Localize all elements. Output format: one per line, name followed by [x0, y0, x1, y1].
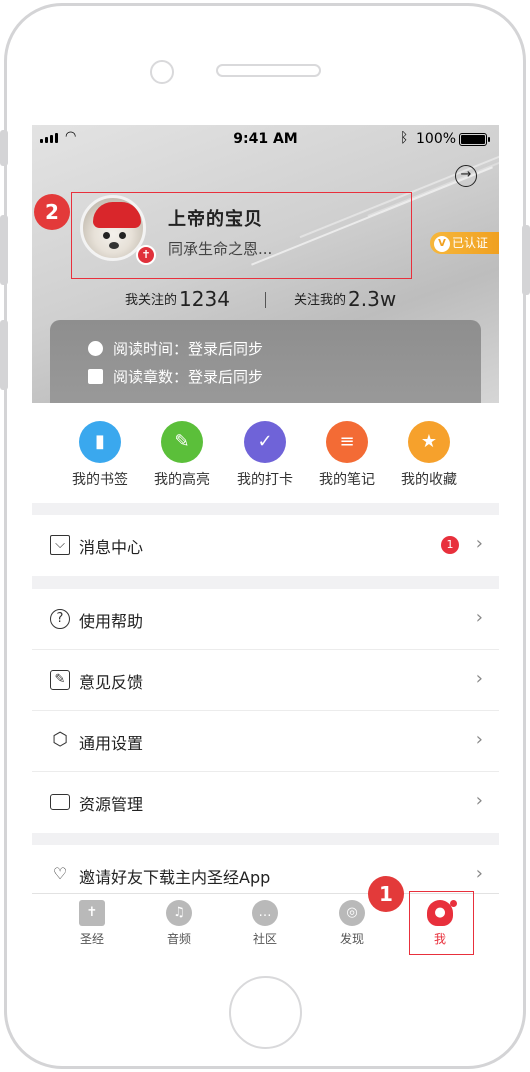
chevron-right-icon: › — [475, 729, 483, 750]
reading-chapters-text: 阅读章数：登录后同步 — [113, 368, 264, 386]
tab-community[interactable]: … 社区 — [235, 900, 295, 947]
verified-badge[interactable]: V 已认证 — [430, 232, 499, 254]
following-count: 1234 — [179, 287, 230, 311]
followers-count: 2.3w — [348, 287, 397, 311]
menu-label: 通用设置 — [79, 734, 144, 753]
reading-time-text: 阅读时间：登录后同步 — [113, 340, 264, 358]
chevron-right-icon: › — [475, 863, 483, 884]
annotation-number-1: 1 — [368, 876, 404, 912]
phone-side-button — [0, 215, 8, 285]
envelope-icon: ⌵ — [50, 535, 70, 555]
status-bar: ◠ 9:41 AM ᛒ 100% — [32, 125, 499, 153]
tab-label: 社区 — [252, 932, 277, 946]
followers-label: 关注我的 — [294, 293, 347, 308]
menu-item-resources[interactable]: 资源管理 › — [32, 772, 499, 833]
verified-icon: V — [434, 236, 450, 252]
bookmark-icon: ▮ — [79, 421, 121, 463]
reading-summary-card: 阅读时间：登录后同步 阅读章数：登录后同步 — [50, 320, 481, 403]
compass-icon: ◎ — [339, 900, 365, 926]
divider — [265, 292, 266, 308]
chevron-right-icon: › — [475, 533, 483, 554]
menu-item-messages[interactable]: ⌵ 消息中心 1 › — [32, 515, 499, 576]
followers-stat[interactable]: 关注我的 2.3w — [294, 287, 396, 311]
favorite-icon: ★ — [408, 421, 450, 463]
annotation-number-2: 2 — [34, 194, 70, 230]
following-stat[interactable]: 我关注的 1234 — [125, 287, 230, 311]
highlight-pen-icon: ✎ — [161, 421, 203, 463]
settings-group: ? 使用帮助 › ✎ 意见反馈 › ⬡ 通用设置 › 资源管理 › — [32, 589, 499, 833]
tab-bible[interactable]: ✝ 圣经 — [62, 900, 122, 947]
bible-icon: ✝ — [79, 900, 105, 926]
invite-friend-icon: ♡ — [52, 864, 68, 883]
chevron-right-icon: › — [475, 790, 483, 811]
help-icon: ? — [50, 609, 70, 629]
menu-item-help[interactable]: ? 使用帮助 › — [32, 589, 499, 650]
shortcut-row: ▮ 我的书签 ✎ 我的高亮 ✓ 我的打卡 ≡ 我的笔记 ★ 我的收藏 — [32, 403, 499, 503]
headphones-icon: ♫ — [166, 900, 192, 926]
shortcut-label: 我的书签 — [72, 472, 128, 488]
menu-label: 消息中心 — [79, 538, 144, 557]
shortcut-favorites[interactable]: ★ 我的收藏 — [389, 421, 469, 489]
tab-label: 音频 — [166, 932, 191, 946]
reading-time-line: 阅读时间：登录后同步 — [88, 338, 263, 359]
feedback-icon: ✎ — [50, 670, 70, 690]
logout-icon[interactable]: → — [455, 165, 477, 187]
battery-percent: 100% — [416, 131, 457, 147]
menu-label: 邀请好友下载主内圣经App — [79, 868, 271, 887]
book-icon — [88, 369, 103, 384]
chevron-right-icon: › — [475, 668, 483, 689]
menu-label: 使用帮助 — [79, 612, 144, 631]
annotation-box-profile — [71, 192, 412, 279]
verified-label: 已认证 — [452, 236, 489, 250]
shortcut-label: 我的打卡 — [237, 472, 293, 488]
earpiece-speaker — [216, 64, 321, 77]
settings-hexagon-icon: ⬡ — [52, 729, 68, 750]
annotation-box-me-tab — [409, 891, 474, 955]
chat-bubbles-icon: … — [252, 900, 278, 926]
folder-icon — [50, 794, 70, 810]
home-button[interactable] — [229, 976, 302, 1049]
shortcut-checkin[interactable]: ✓ 我的打卡 — [225, 421, 305, 489]
tab-audio[interactable]: ♫ 音频 — [149, 900, 209, 947]
shortcut-label: 我的笔记 — [319, 472, 375, 488]
shortcut-highlights[interactable]: ✎ 我的高亮 — [142, 421, 222, 489]
tab-label: 发现 — [339, 932, 364, 946]
shortcut-bookmarks[interactable]: ▮ 我的书签 — [60, 421, 140, 489]
phone-side-button — [0, 320, 8, 390]
note-icon: ≡ — [326, 421, 368, 463]
clock-icon — [88, 341, 103, 356]
reading-chapters-line: 阅读章数：登录后同步 — [88, 366, 263, 387]
menu-item-settings[interactable]: ⬡ 通用设置 › — [32, 711, 499, 772]
shortcut-label: 我的收藏 — [401, 472, 457, 488]
checkin-icon: ✓ — [244, 421, 286, 463]
chevron-right-icon: › — [475, 607, 483, 628]
front-camera — [150, 60, 174, 84]
phone-side-button — [0, 130, 8, 166]
shortcut-label: 我的高亮 — [154, 472, 210, 488]
menu-label: 意见反馈 — [79, 673, 144, 692]
follow-stats: 我关注的 1234 关注我的 2.3w — [32, 281, 499, 311]
menu-item-feedback[interactable]: ✎ 意见反馈 › — [32, 650, 499, 711]
tab-label: 圣经 — [79, 932, 104, 946]
following-label: 我关注的 — [125, 293, 178, 308]
message-group: ⌵ 消息中心 1 › — [32, 515, 499, 576]
phone-side-button — [522, 225, 530, 295]
unread-badge: 1 — [441, 536, 459, 554]
bluetooth-icon: ᛒ — [400, 130, 409, 146]
shortcut-notes[interactable]: ≡ 我的笔记 — [307, 421, 387, 489]
battery-icon — [459, 133, 490, 146]
menu-label: 资源管理 — [79, 795, 144, 814]
